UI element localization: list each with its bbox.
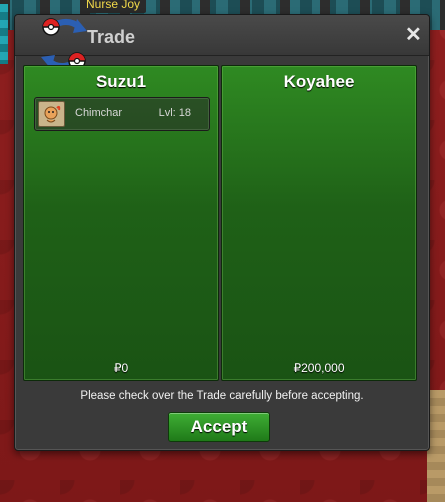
pokemon-level: Lvl: 18 — [158, 107, 191, 119]
my-money-offer: ₽0 — [113, 361, 129, 375]
npc-nameplate: Nurse Joy — [80, 0, 147, 13]
partner-player-name: Koyahee — [283, 72, 355, 91]
my-offer-panel: Suzu1 Chimchar Lvl: 18 ₽0 — [23, 65, 219, 381]
accept-button[interactable]: Accept — [168, 412, 270, 442]
window-title: Trade — [87, 27, 136, 47]
partner-money-offer: ₽200,000 — [293, 361, 345, 375]
close-icon[interactable]: ✕ — [405, 25, 422, 45]
trade-warning-text: Please check over the Trade carefully be… — [80, 390, 364, 402]
chimchar-icon — [38, 101, 65, 127]
blue-wall-tile — [0, 4, 8, 64]
trade-window: Trade ✕ Suzu1 Chimchar Lvl: 18 ₽0 Koyahe… — [14, 14, 430, 451]
partner-offer-panel: Koyahee ₽200,000 — [221, 65, 417, 381]
my-player-name: Suzu1 — [95, 72, 147, 91]
offered-pokemon-slot[interactable]: Chimchar Lvl: 18 — [34, 97, 210, 131]
pokemon-name: Chimchar — [75, 107, 123, 119]
